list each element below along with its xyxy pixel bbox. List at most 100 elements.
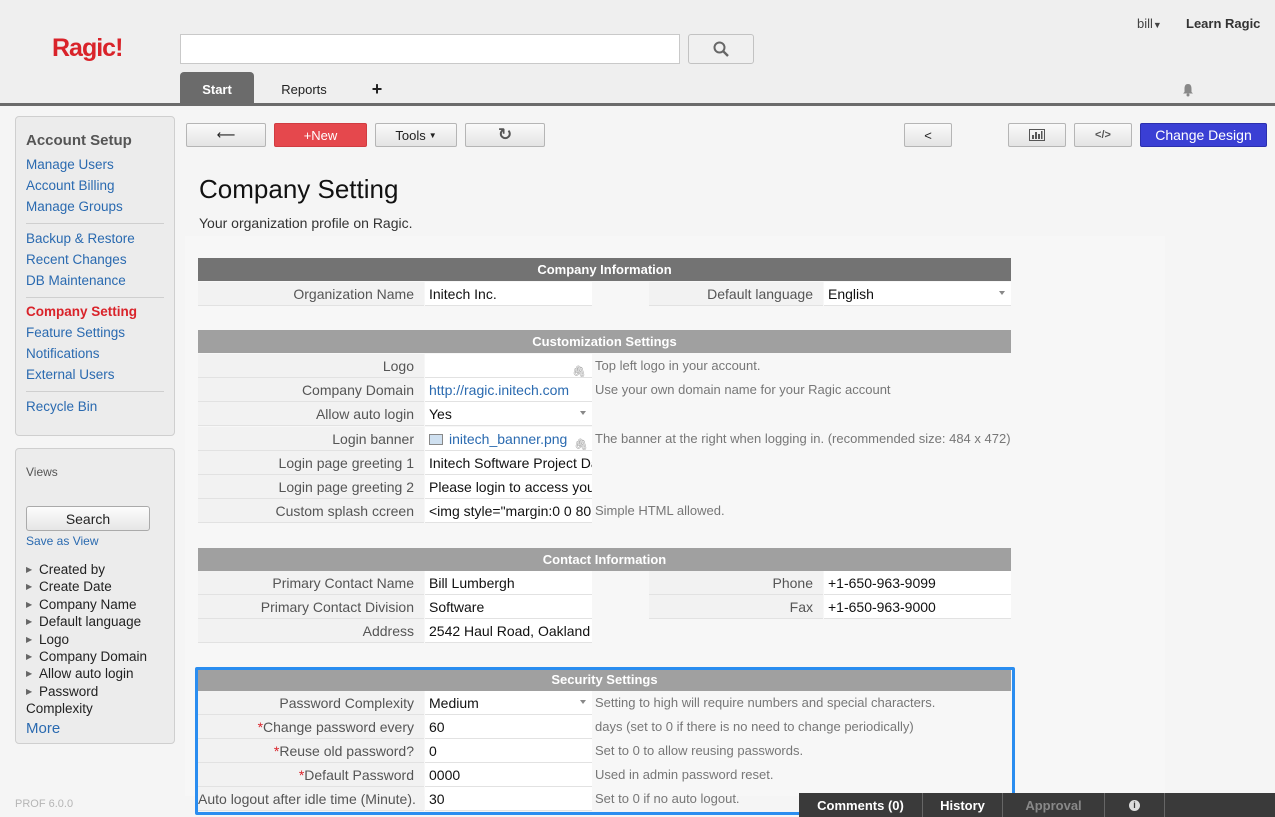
fax-field[interactable]: +1-650-963-9000 <box>824 595 1011 619</box>
chevron-down-icon: ▼ <box>428 130 437 140</box>
report-button[interactable] <box>1008 123 1066 147</box>
sidebar-item-recycle-bin[interactable]: Recycle Bin <box>26 399 97 414</box>
sidebar-item-company-setting[interactable]: Company Setting <box>26 304 137 319</box>
triangle-right-icon: ▶ <box>26 565 33 574</box>
info-icon[interactable]: i <box>1105 793 1165 817</box>
triangle-right-icon: ▶ <box>26 669 33 678</box>
tab-reports[interactable]: Reports <box>270 72 338 106</box>
field-label: Address <box>198 619 424 643</box>
field-label: Company Domain <box>198 378 424 402</box>
view-field-item[interactable]: ▶ Created by <box>26 562 105 577</box>
organization-name-field[interactable]: Initech Inc. <box>425 282 592 306</box>
view-field-item[interactable]: ▶ Company Domain <box>26 649 147 664</box>
primary-contact-division-field[interactable]: Software <box>425 595 592 619</box>
banner-file-link[interactable]: initech_banner.png <box>449 431 567 447</box>
back-button[interactable]: ⟵ <box>186 123 266 147</box>
view-field-item[interactable]: ▶ Create Date <box>26 579 112 594</box>
bottom-bar: Comments (0) History Approval i <box>799 793 1275 817</box>
triangle-right-icon: ▶ <box>26 582 33 591</box>
field-label: Login banner <box>198 427 424 451</box>
section-company-information: Company Information <box>198 258 1011 281</box>
auto-logout-field[interactable]: 30 <box>425 787 592 811</box>
sidebar-item-manage-groups[interactable]: Manage Groups <box>26 199 123 214</box>
new-record-button[interactable]: +New <box>274 123 367 147</box>
triangle-right-icon: ▶ <box>26 617 33 626</box>
address-field[interactable]: 2542 Haul Road, Oakland <box>425 619 592 643</box>
field-hint: Use your own domain name for your Ragic … <box>595 382 891 397</box>
greeting-1-field[interactable]: Initech Software Project Dat <box>425 451 592 475</box>
views-search-button[interactable]: Search <box>26 506 150 531</box>
field-label: Organization Name <box>198 282 424 306</box>
sidebar-item-notifications[interactable]: Notifications <box>26 346 100 361</box>
field-label: Logo <box>198 354 424 378</box>
greeting-2-field[interactable]: Please login to access your a <box>425 475 592 499</box>
allow-auto-login-select[interactable]: Yes <box>425 402 592 426</box>
field-label: Custom splash ccreen <box>198 499 424 523</box>
field-label: Default language <box>649 282 823 306</box>
image-file-icon <box>429 434 443 445</box>
bar-chart-icon <box>1029 129 1045 141</box>
views-panel: Views Search Save as View ▶ Created by ▶ C… <box>15 448 175 744</box>
add-tab-button[interactable]: + <box>362 72 392 106</box>
field-label: Login page greeting 1 <box>198 451 424 475</box>
save-as-view-link[interactable]: Save as View <box>26 534 99 548</box>
view-field-item[interactable]: ▶ Password <box>26 684 98 699</box>
field-label: Auto logout after idle time (Minute). <box>198 787 424 811</box>
logo-upload-field[interactable]: 🖇 <box>425 354 592 378</box>
primary-contact-name-field[interactable]: Bill Lumbergh <box>425 571 592 595</box>
account-setup-title: Account Setup <box>26 132 132 149</box>
account-setup-panel: Account Setup Manage Users Account Billi… <box>15 116 175 436</box>
sidebar-item-backup-restore[interactable]: Backup & Restore <box>26 231 135 246</box>
page-title: Company Setting <box>199 174 399 204</box>
paperclip-icon[interactable]: 🖇 <box>574 433 588 450</box>
default-password-field[interactable]: 0000 <box>425 763 592 787</box>
view-field-item-continued[interactable]: Complexity <box>26 701 93 716</box>
page-subtitle: Your organization profile on Ragic. <box>199 215 413 231</box>
view-field-item[interactable]: ▶ Default language <box>26 614 141 629</box>
section-contact-information: Contact Information <box>198 548 1011 571</box>
view-field-item[interactable]: ▶ Logo <box>26 632 69 647</box>
change-password-every-field[interactable]: 60 <box>425 715 592 739</box>
refresh-button[interactable]: ↻ <box>465 123 545 147</box>
splash-screen-field[interactable]: <img style="margin:0 0 80px <box>425 499 592 523</box>
sidebar-item-recent-changes[interactable]: Recent Changes <box>26 252 127 267</box>
dropdown-arrow-icon <box>999 291 1005 295</box>
search-button[interactable] <box>688 34 754 64</box>
code-icon[interactable]: </> <box>1074 123 1132 147</box>
global-search-input[interactable] <box>180 34 680 64</box>
section-security-settings: Security Settings <box>198 668 1011 691</box>
bell-icon[interactable] <box>1181 83 1195 97</box>
user-menu[interactable]: bill▼ <box>1137 16 1162 31</box>
comments-tab[interactable]: Comments (0) <box>799 793 923 817</box>
view-field-item[interactable]: ▶ Company Name <box>26 597 137 612</box>
phone-field[interactable]: +1-650-963-9099 <box>824 571 1011 595</box>
ragic-logo[interactable]: Ragic! <box>52 34 123 63</box>
sidebar-item-manage-users[interactable]: Manage Users <box>26 157 114 172</box>
chevron-down-icon: ▼ <box>1152 20 1162 30</box>
field-label: *Change password every <box>198 715 424 739</box>
history-tab[interactable]: History <box>923 793 1003 817</box>
approval-tab[interactable]: Approval <box>1003 793 1105 817</box>
more-link[interactable]: More <box>26 720 60 737</box>
learn-ragic-link[interactable]: Learn Ragic <box>1186 16 1260 31</box>
sidebar-item-feature-settings[interactable]: Feature Settings <box>26 325 125 340</box>
view-field-item[interactable]: ▶ Allow auto login <box>26 666 134 681</box>
change-design-button[interactable]: Change Design <box>1140 123 1267 147</box>
sidebar-item-external-users[interactable]: External Users <box>26 367 115 382</box>
field-hint: Set to 0 to allow reusing passwords. <box>595 743 804 758</box>
login-banner-field[interactable]: initech_banner.png 🖇 <box>425 427 592 451</box>
paperclip-icon[interactable]: 🖇 <box>572 360 586 377</box>
field-label: *Reuse old password? <box>198 739 424 763</box>
sidebar-item-account-billing[interactable]: Account Billing <box>26 178 115 193</box>
views-title: Views <box>26 465 58 479</box>
password-complexity-select[interactable]: Medium <box>425 691 592 715</box>
tools-menu-button[interactable]: Tools ▼ <box>375 123 457 147</box>
divider <box>26 223 164 224</box>
tab-start[interactable]: Start <box>180 72 254 106</box>
reuse-old-password-field[interactable]: 0 <box>425 739 592 763</box>
triangle-right-icon: ▶ <box>26 652 33 661</box>
company-domain-field[interactable]: http://ragic.initech.com <box>425 378 592 402</box>
default-language-select[interactable]: English <box>824 282 1011 306</box>
previous-record-button[interactable]: < <box>904 123 952 147</box>
sidebar-item-db-maintenance[interactable]: DB Maintenance <box>26 273 126 288</box>
